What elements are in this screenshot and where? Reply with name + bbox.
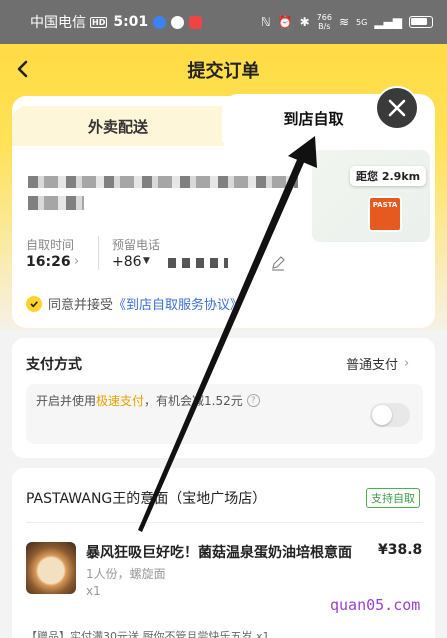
payment-method-value: 普通支付 bbox=[346, 358, 399, 373]
distance-tag: 距您 2.9km bbox=[350, 166, 427, 186]
agreement-text: 同意并接受 bbox=[48, 298, 114, 313]
hd-badge: HD bbox=[90, 16, 108, 28]
item-price: ¥38.8 bbox=[378, 542, 423, 558]
agreement-link[interactable]: 《到店自取服务协议》 bbox=[113, 294, 243, 313]
store-logo-text: PASTA bbox=[372, 201, 398, 209]
bluetooth-icon: ✱ bbox=[299, 15, 310, 29]
battery-icon bbox=[409, 16, 433, 28]
store-address-blurred-2 bbox=[28, 196, 84, 210]
store-logo: PASTA bbox=[368, 196, 402, 232]
agreement-row[interactable]: 同意并接受 《到店自取服务协议》 bbox=[26, 294, 243, 313]
fast-pay-tip: 开启并使用 极速支付 ，有机会减1.52元 ? bbox=[36, 392, 260, 409]
phone-prefix-dropdown-icon: ▼ bbox=[143, 256, 150, 266]
phone-number-masked[interactable] bbox=[168, 258, 228, 268]
fast-pay-highlight: 极速支付 bbox=[96, 394, 145, 408]
gift-promo-text: 【赠品】实付满30元送 厨你不管且尝快乐五岁 x1 bbox=[26, 630, 270, 638]
field-divider bbox=[98, 236, 99, 270]
net-speed-value: 766 bbox=[316, 13, 332, 22]
payment-title: 支付方式 bbox=[26, 357, 82, 373]
phone-prefix[interactable]: +86 bbox=[112, 254, 142, 270]
tab-delivery-label: 外卖配送 bbox=[87, 117, 148, 136]
fast-pay-tip-suffix: ，有机会减1.52元 bbox=[144, 394, 243, 408]
watermark: quan05.com bbox=[330, 596, 421, 614]
wifi-icon: ≋ bbox=[338, 15, 350, 29]
checkbox-checked-icon[interactable] bbox=[26, 295, 42, 312]
nav-header: 提交订单 bbox=[0, 44, 447, 96]
store-name: PASTAWANG王的意面（宝地广场店） bbox=[26, 491, 267, 507]
net-speed-unit: B/s bbox=[318, 22, 331, 31]
carrier: 中国电信 HD bbox=[30, 12, 108, 32]
help-icon[interactable]: ? bbox=[246, 394, 260, 407]
pickup-time-chevron-icon: › bbox=[74, 254, 80, 269]
close-button[interactable] bbox=[375, 86, 419, 130]
item-quantity: x1 bbox=[86, 584, 101, 598]
fast-pay-tip-prefix: 开启并使用 bbox=[36, 394, 97, 408]
edit-pencil-icon[interactable] bbox=[270, 255, 286, 271]
status-time: 5:01 bbox=[113, 14, 149, 30]
back-arrow-icon[interactable] bbox=[12, 58, 34, 80]
status-right: ℕ ⏰ ✱ 766 B/s ≋ 5G ▂▄▆ bbox=[261, 13, 433, 31]
alarm-icon: ⏰ bbox=[277, 15, 293, 29]
news-notification-icon bbox=[189, 15, 203, 29]
nfc-icon: ℕ bbox=[261, 15, 271, 29]
item-name: 暴风狂吸巨好吃！菌菇温泉蛋奶油培根意面 bbox=[86, 545, 352, 561]
chat-notification-icon bbox=[171, 15, 185, 29]
store-divider bbox=[26, 522, 423, 523]
store-address-blurred bbox=[28, 176, 298, 188]
food-image bbox=[26, 542, 76, 594]
status-bar: 中国电信 HD 5:01 ℕ ⏰ ✱ 766 B/s ≋ 5G ▂▄▆ bbox=[0, 0, 447, 44]
fast-pay-toggle[interactable] bbox=[370, 403, 410, 427]
carrier-name: 中国电信 bbox=[30, 15, 86, 31]
chevron-right-icon: › bbox=[404, 356, 410, 371]
page-title: 提交订单 bbox=[187, 61, 260, 82]
phone-label: 预留电话 bbox=[112, 238, 161, 252]
close-icon bbox=[388, 99, 406, 117]
net-speed: 766 B/s bbox=[317, 13, 332, 31]
pickup-supported-badge: 支持自取 bbox=[366, 488, 420, 508]
pickup-time-label: 自取时间 bbox=[26, 238, 75, 252]
signal-label: 5G bbox=[356, 17, 368, 27]
app-notification-icon bbox=[153, 15, 167, 29]
tab-delivery[interactable]: 外卖配送 bbox=[12, 106, 224, 146]
tab-pickup-label: 到店自取 bbox=[283, 109, 344, 128]
signal-icon: ▂▄▆ bbox=[374, 15, 402, 29]
item-spec: 1人份，螺旋面 bbox=[86, 567, 166, 581]
payment-method-selector[interactable]: 普通支付 › bbox=[346, 354, 409, 373]
pickup-time-value[interactable]: 16:26 bbox=[26, 254, 71, 270]
